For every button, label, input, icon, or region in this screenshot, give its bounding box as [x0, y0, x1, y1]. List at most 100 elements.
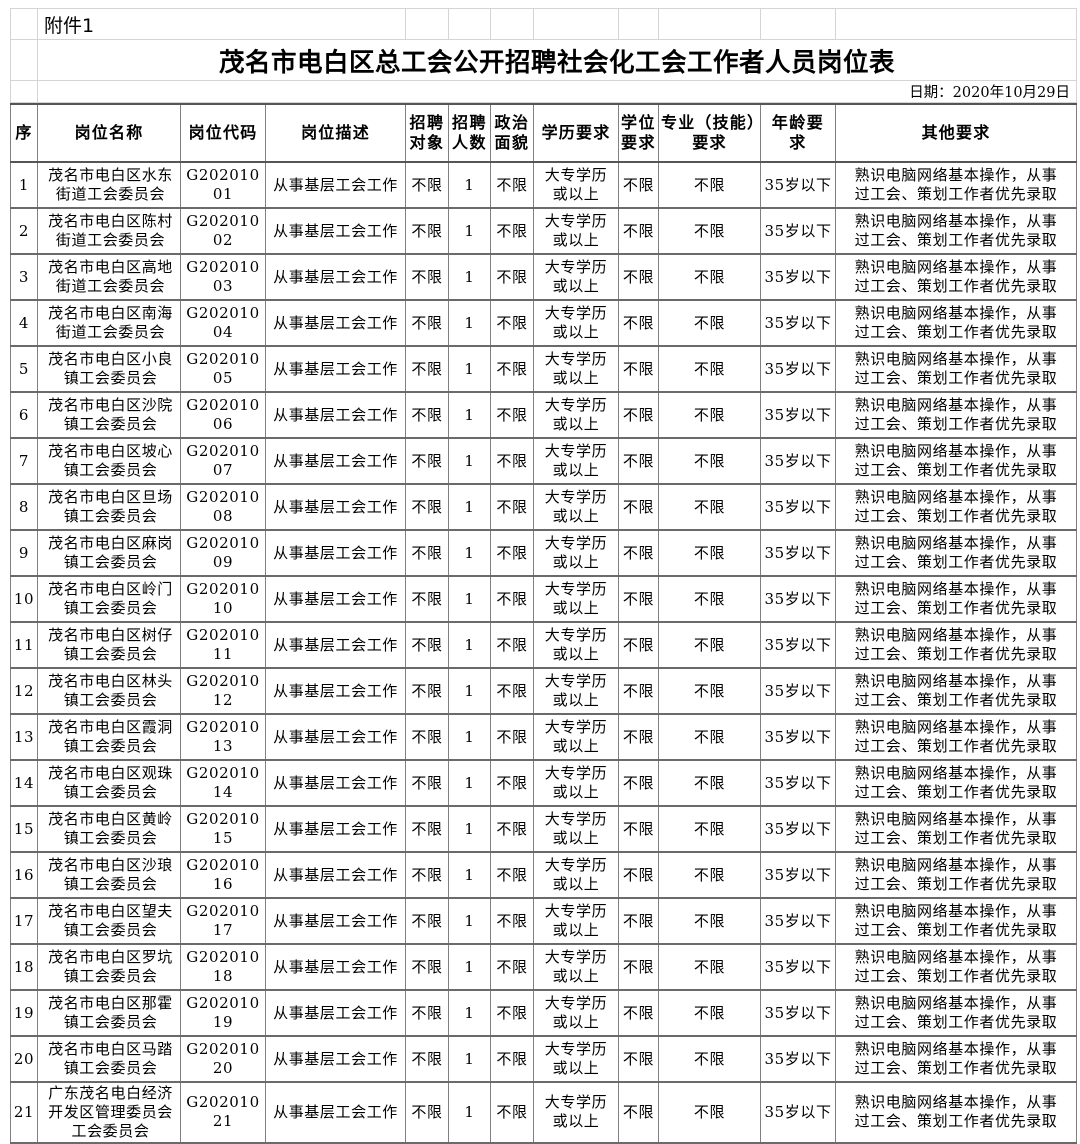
cell-position-code-line: G20201016	[186, 856, 260, 893]
cell-other-req-line: 过工会、策划工作者优先录取	[854, 323, 1058, 341]
column-header-major-line1: 专业（技能）	[661, 112, 765, 132]
cell-recruit-count: 1	[448, 897, 491, 945]
cell-recruit-count-line: 1	[464, 313, 475, 332]
cell-position-desc: 从事基层工会工作	[265, 299, 406, 347]
cell-position-desc-line: 从事基层工会工作	[273, 911, 398, 930]
cell-position-code-line: G20201012	[186, 672, 260, 709]
cell-political-status: 不限	[490, 529, 534, 577]
cell-recruit-count-line: 1	[464, 727, 475, 746]
cell-seq: 16	[10, 851, 38, 899]
cell-other-req: 熟识电脑网络基本操作，从事 过工会、策划工作者优先录取	[835, 897, 1077, 945]
cell-seq: 7	[10, 437, 38, 485]
cell-recruit-count: 1	[448, 1035, 491, 1083]
cell-age-req: 35岁以下	[760, 1081, 836, 1144]
table-row: 7 茂名市电白区坡心 镇工会委员会 G20201007 从事基层工会工作 不限 1 不限 大专学…	[10, 437, 1077, 485]
cell-age-req: 35岁以下	[760, 713, 836, 761]
table-row: 6 茂名市电白区沙院 镇工会委员会 G20201006 从事基层工会工作 不限 1 不限 大专学…	[10, 391, 1077, 439]
cell-degree-req-line: 不限	[622, 267, 655, 286]
cell-recruit-count-line: 1	[464, 267, 475, 286]
document-header-grid: 附件1 茂名市电白区总工会公开招聘社会化工会工作者人员岗位表 日期：2020年1…	[10, 8, 1077, 103]
cell-recruit-target-line: 不限	[411, 359, 443, 378]
cell-recruit-count-line: 1	[464, 911, 475, 930]
cell-major-req: 不限	[658, 437, 761, 485]
cell-degree-req: 不限	[618, 759, 659, 807]
cell-position-code-line: G20201008	[186, 488, 260, 525]
cell-other-req: 熟识电脑网络基本操作，从事 过工会、策划工作者优先录取	[835, 161, 1077, 209]
cell-major-req: 不限	[658, 253, 761, 301]
cell-major-req-line: 不限	[693, 635, 726, 654]
cell-degree-req: 不限	[618, 391, 659, 439]
cell-other-req-line: 过工会、策划工作者优先录取	[854, 783, 1058, 801]
cell-education-req: 大专学历 或以上	[533, 667, 619, 715]
cell-other-req-line: 熟识电脑网络基本操作，从事	[854, 580, 1058, 599]
cell-position-code: G20201018	[180, 943, 266, 991]
cell-major-req-line: 不限	[693, 819, 726, 838]
table-row: 14 茂名市电白区观珠 镇工会委员会 G20201014 从事基层工会工作 不限 1 不限 大专…	[10, 759, 1077, 807]
cell-position-code: G20201010	[180, 575, 266, 623]
cell-position-name-line: 茂名市电白区黄岭	[48, 810, 173, 829]
cell-seq-line: 12	[13, 681, 35, 700]
cell-other-req-line: 过工会、策划工作者优先录取	[854, 461, 1058, 479]
cell-other-req: 熟识电脑网络基本操作，从事 过工会、策划工作者优先录取	[835, 299, 1077, 347]
column-header-age-line2: 求	[789, 133, 807, 152]
cell-other-req-line: 过工会、策划工作者优先录取	[854, 185, 1058, 203]
cell-age-req: 35岁以下	[760, 575, 836, 623]
cell-degree-req: 不限	[618, 529, 659, 577]
cell-education-req-line: 或以上	[552, 277, 600, 295]
sheet-cell	[533, 8, 619, 40]
cell-political-status: 不限	[490, 299, 534, 347]
cell-position-desc: 从事基层工会工作	[265, 207, 406, 255]
cell-recruit-target-line: 不限	[411, 1003, 443, 1022]
cell-education-req: 大专学历 或以上	[533, 1081, 619, 1144]
cell-age-req-line: 35岁以下	[764, 497, 832, 516]
cell-major-req-line: 不限	[693, 865, 726, 884]
cell-major-req-line: 不限	[693, 1102, 726, 1121]
cell-other-req-line: 过工会、策划工作者优先录取	[854, 1013, 1058, 1031]
cell-recruit-target: 不限	[405, 483, 449, 531]
job-positions-table: 序 岗位名称 岗位代码 岗位描述 招聘 对象 招聘 人数 政治 面貌 学历要求 …	[10, 103, 1077, 1144]
cell-education-req-line: 大专学历	[544, 488, 608, 507]
cell-recruit-count: 1	[448, 621, 491, 669]
cell-recruit-target-line: 不限	[411, 451, 443, 470]
cell-age-req-line: 35岁以下	[764, 1049, 832, 1068]
cell-position-name-line: 茂名市电白区林头	[48, 672, 173, 691]
cell-position-name-line: 茂名市电白区坡心	[48, 442, 173, 461]
cell-age-req: 35岁以下	[760, 299, 836, 347]
cell-education-req-line: 大专学历	[544, 718, 608, 737]
cell-major-req: 不限	[658, 943, 761, 991]
cell-position-desc: 从事基层工会工作	[265, 805, 406, 853]
cell-position-name: 茂名市电白区岭门 镇工会委员会	[37, 575, 181, 623]
cell-recruit-target-line: 不限	[411, 635, 443, 654]
cell-seq: 4	[10, 299, 38, 347]
cell-education-req: 大专学历 或以上	[533, 1035, 619, 1083]
cell-position-name-line: 镇工会委员会	[63, 967, 158, 985]
cell-position-code-line: G20201011	[186, 626, 260, 663]
cell-position-name: 茂名市电白区沙琅 镇工会委员会	[37, 851, 181, 899]
column-header-edu-line1: 学历要求	[541, 122, 611, 142]
cell-major-req-line: 不限	[693, 451, 726, 470]
cell-major-req-line: 不限	[693, 175, 726, 194]
cell-political-status: 不限	[490, 667, 534, 715]
cell-position-code-line: G20201020	[186, 1040, 260, 1077]
cell-position-desc-line: 从事基层工会工作	[273, 957, 398, 976]
cell-position-name: 茂名市电白区望夫 镇工会委员会	[37, 897, 181, 945]
cell-major-req: 不限	[658, 529, 761, 577]
cell-other-req-line: 熟识电脑网络基本操作，从事	[854, 304, 1058, 323]
date-spacer-cell	[10, 80, 38, 103]
cell-position-code: G20201002	[180, 207, 266, 255]
cell-seq-line: 18	[13, 957, 35, 976]
cell-degree-req: 不限	[618, 345, 659, 393]
cell-major-req-line: 不限	[693, 681, 726, 700]
column-header-target: 招聘 对象	[405, 103, 449, 163]
cell-seq-line: 20	[13, 1049, 35, 1068]
cell-position-code: G20201021	[180, 1081, 266, 1144]
cell-other-req-line: 过工会、策划工作者优先录取	[854, 277, 1058, 295]
cell-political-status-line: 不限	[496, 405, 528, 424]
cell-position-name: 茂名市电白区马踏 镇工会委员会	[37, 1035, 181, 1083]
cell-recruit-count: 1	[448, 1081, 491, 1144]
cell-recruit-target-line: 不限	[411, 405, 443, 424]
cell-position-name-line: 镇工会委员会	[63, 921, 158, 939]
cell-education-req-line: 或以上	[552, 645, 600, 663]
cell-position-name-line: 茂名市电白区马踏	[48, 1040, 173, 1059]
cell-other-req: 熟识电脑网络基本操作，从事 过工会、策划工作者优先录取	[835, 805, 1077, 853]
